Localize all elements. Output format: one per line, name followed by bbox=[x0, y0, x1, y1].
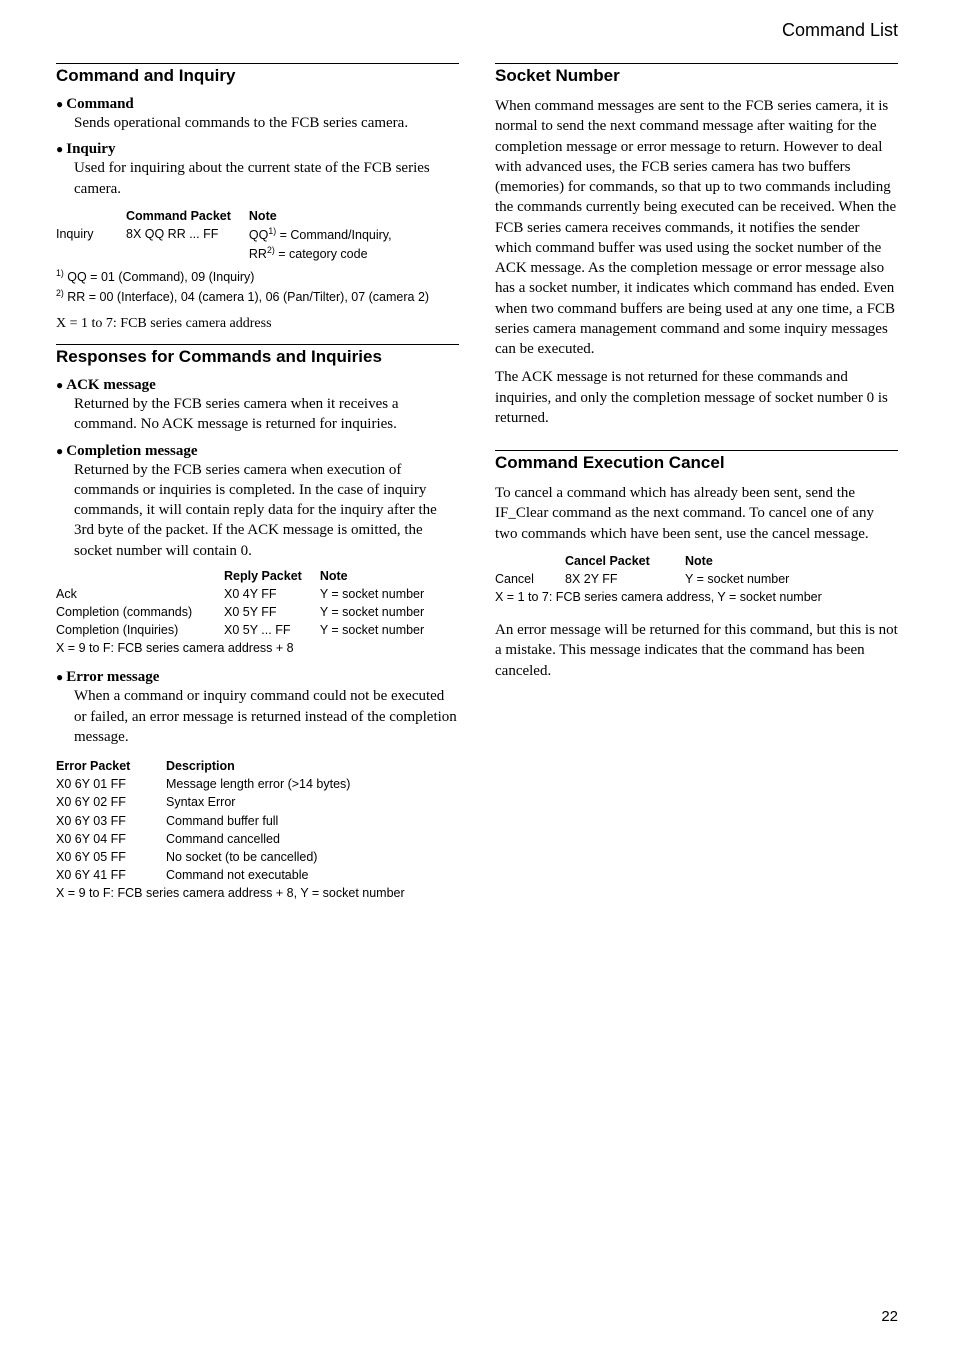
left-column: Command and Inquiry Command Sends operat… bbox=[56, 59, 459, 902]
cell-desc: Message length error (>14 bytes) bbox=[166, 775, 350, 793]
table-header-row: Error Packet Description bbox=[56, 757, 459, 775]
cell-packet: 8X QQ RR ... FF bbox=[126, 225, 249, 244]
cell-packet: 8X 2Y FF bbox=[565, 570, 685, 588]
cell-packet: X0 5Y FF bbox=[224, 603, 320, 621]
cancel-table-footnote: X = 1 to 7: FCB series camera address, Y… bbox=[495, 588, 898, 606]
error-table-footnote: X = 9 to F: FCB series camera address + … bbox=[56, 884, 459, 902]
col-note: Note bbox=[685, 552, 807, 570]
col-reply-packet: Reply Packet bbox=[224, 567, 320, 585]
two-column-layout: Command and Inquiry Command Sends operat… bbox=[56, 59, 898, 902]
cell-completion-cmd: Completion (commands) bbox=[56, 603, 224, 621]
section-rule bbox=[56, 63, 459, 64]
section-rule bbox=[56, 344, 459, 345]
cell-cancel: Cancel bbox=[495, 570, 565, 588]
col-cancel-packet: Cancel Packet bbox=[565, 552, 685, 570]
cell-packet: X0 6Y 41 FF bbox=[56, 866, 166, 884]
table-row: Ack X0 4Y FF Y = socket number bbox=[56, 585, 442, 603]
cancel-packet-table: Cancel Packet Note Cancel 8X 2Y FF Y = s… bbox=[495, 552, 807, 588]
para-error: When a command or inquiry command could … bbox=[74, 686, 459, 747]
section-title-exec-cancel: Command Execution Cancel bbox=[495, 453, 898, 473]
table-row: X0 6Y 05 FFNo socket (to be cancelled) bbox=[56, 848, 459, 866]
cell-desc: Command buffer full bbox=[166, 812, 278, 830]
table-row: X0 6Y 41 FFCommand not executable bbox=[56, 866, 459, 884]
command-packet-table: Command Packet Note Inquiry 8X QQ RR ...… bbox=[56, 207, 410, 264]
fn1-marker: 1) bbox=[56, 268, 64, 278]
cell-note: Y = socket number bbox=[685, 570, 807, 588]
cell-note: Y = socket number bbox=[320, 603, 442, 621]
table-row: X0 6Y 04 FFCommand cancelled bbox=[56, 830, 459, 848]
cell-desc: Command cancelled bbox=[166, 830, 280, 848]
para-inquiry: Used for inquiring about the current sta… bbox=[74, 158, 459, 199]
cancel-para-2: An error message will be returned for th… bbox=[495, 620, 898, 681]
reply-table-footnote: X = 9 to F: FCB series camera address + … bbox=[56, 639, 459, 657]
table-row: Inquiry 8X QQ RR ... FF QQ1) = Command/I… bbox=[56, 225, 410, 244]
error-packet-table: Error Packet Description X0 6Y 01 FFMess… bbox=[56, 757, 459, 902]
footnote-2: 2) RR = 00 (Interface), 04 (camera 1), 0… bbox=[56, 287, 459, 306]
cell-packet: X0 6Y 02 FF bbox=[56, 793, 166, 811]
fn1-text: QQ = 01 (Command), 09 (Inquiry) bbox=[64, 271, 255, 285]
cell-note: QQ1) = Command/Inquiry, bbox=[249, 225, 410, 244]
col-error-packet: Error Packet bbox=[56, 759, 130, 773]
table-row: X0 6Y 01 FFMessage length error (>14 byt… bbox=[56, 775, 459, 793]
fn2-text: RR = 00 (Interface), 04 (camera 1), 06 (… bbox=[64, 290, 429, 304]
table-row: RR2) = category code bbox=[56, 244, 410, 263]
qq-desc: = Command/Inquiry, bbox=[276, 228, 391, 242]
heading-command: Command bbox=[56, 96, 459, 113]
table-header-row: Command Packet Note bbox=[56, 207, 410, 225]
col-note: Note bbox=[320, 567, 442, 585]
para-command: Sends operational commands to the FCB se… bbox=[74, 113, 459, 133]
cell-note: Y = socket number bbox=[320, 621, 442, 639]
section-title-responses: Responses for Commands and Inquiries bbox=[56, 347, 459, 367]
socket-para-1: When command messages are sent to the FC… bbox=[495, 96, 898, 359]
cell-packet: X0 4Y FF bbox=[224, 585, 320, 603]
cell-note: RR2) = category code bbox=[249, 244, 410, 263]
cell-desc: Command not executable bbox=[166, 866, 308, 884]
table-header-row: Cancel Packet Note bbox=[495, 552, 807, 570]
table-row: X0 6Y 02 FFSyntax Error bbox=[56, 793, 459, 811]
cell-packet: X0 6Y 01 FF bbox=[56, 775, 166, 793]
para-ack: Returned by the FCB series camera when i… bbox=[74, 394, 459, 435]
col-command-packet: Command Packet bbox=[126, 207, 249, 225]
cell-desc: No socket (to be cancelled) bbox=[166, 848, 317, 866]
page-number: 22 bbox=[881, 1308, 898, 1325]
cancel-para-1: To cancel a command which has already be… bbox=[495, 483, 898, 544]
table-row: X0 6Y 03 FFCommand buffer full bbox=[56, 812, 459, 830]
cell-packet: X0 6Y 04 FF bbox=[56, 830, 166, 848]
para-completion: Returned by the FCB series camera when e… bbox=[74, 460, 459, 561]
heading-completion: Completion message bbox=[56, 443, 459, 460]
table-row: Cancel 8X 2Y FF Y = socket number bbox=[495, 570, 807, 588]
section-title-socket-number: Socket Number bbox=[495, 66, 898, 86]
cell-packet: X0 6Y 05 FF bbox=[56, 848, 166, 866]
doc-section-label: Command List bbox=[56, 20, 898, 41]
qq-label: QQ bbox=[249, 228, 268, 242]
socket-para-2: The ACK message is not returned for thes… bbox=[495, 367, 898, 428]
footnote-1: 1) QQ = 01 (Command), 09 (Inquiry) bbox=[56, 267, 459, 286]
cell-desc: Syntax Error bbox=[166, 793, 235, 811]
heading-error: Error message bbox=[56, 669, 459, 686]
col-description: Description bbox=[166, 759, 235, 773]
cell-ack: Ack bbox=[56, 585, 224, 603]
table-row: Completion (Inquiries) X0 5Y ... FF Y = … bbox=[56, 621, 442, 639]
heading-inquiry: Inquiry bbox=[56, 141, 459, 158]
cell-packet: X0 5Y ... FF bbox=[224, 621, 320, 639]
reply-packet-table: Reply Packet Note Ack X0 4Y FF Y = socke… bbox=[56, 567, 442, 640]
table-header-row: Reply Packet Note bbox=[56, 567, 442, 585]
col-note: Note bbox=[249, 207, 410, 225]
rr-desc: = category code bbox=[275, 247, 368, 261]
rr-label: RR bbox=[249, 247, 267, 261]
section-rule bbox=[495, 63, 898, 64]
address-note: X = 1 to 7: FCB series camera address bbox=[56, 316, 459, 332]
cell-completion-inq: Completion (Inquiries) bbox=[56, 621, 224, 639]
fn2-marker: 2) bbox=[56, 288, 64, 298]
right-column: Socket Number When command messages are … bbox=[495, 59, 898, 902]
heading-ack: ACK message bbox=[56, 377, 459, 394]
section-rule bbox=[495, 450, 898, 451]
cell-inquiry-label: Inquiry bbox=[56, 225, 126, 244]
section-title-command-inquiry: Command and Inquiry bbox=[56, 66, 459, 86]
table-row: Completion (commands) X0 5Y FF Y = socke… bbox=[56, 603, 442, 621]
cell-note: Y = socket number bbox=[320, 585, 442, 603]
cell-packet: X0 6Y 03 FF bbox=[56, 812, 166, 830]
